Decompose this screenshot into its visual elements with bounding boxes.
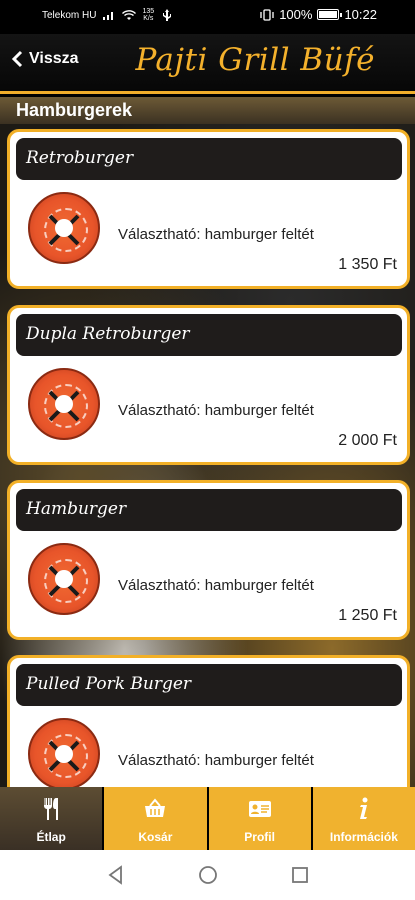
item-price: 2 000 Ft xyxy=(338,432,397,449)
recents-square-icon[interactable] xyxy=(289,864,311,886)
bottom-tab-bar: Étlap Kosár Profil Információk xyxy=(0,787,415,850)
item-price: 1 250 Ft xyxy=(338,607,397,624)
item-name: Dupla Retroburger xyxy=(16,314,402,356)
section-title: Hamburgerek xyxy=(0,97,415,124)
tab-profile[interactable]: Profil xyxy=(208,787,311,850)
item-description: Választható: hamburger feltét xyxy=(118,226,314,243)
chevron-left-icon xyxy=(11,50,23,68)
battery-icon xyxy=(317,9,343,20)
status-left: Telekom HU 135 K/s xyxy=(42,8,174,22)
usb-icon xyxy=(163,9,172,21)
status-right: 100% 10:22 xyxy=(260,7,377,22)
item-name: Pulled Pork Burger xyxy=(16,664,402,706)
status-bar: Telekom HU 135 K/s 100% 10:22 xyxy=(0,0,415,34)
vibrate-icon xyxy=(260,8,274,21)
carrier-label: Telekom HU xyxy=(42,9,97,21)
back-button[interactable]: Vissza xyxy=(10,50,79,68)
back-label: Vissza xyxy=(29,50,79,67)
menu-content[interactable]: Hamburgerek Retroburger Választható: ham… xyxy=(0,97,415,787)
battery-percent: 100% xyxy=(279,7,313,22)
tab-label: Kosár xyxy=(138,830,173,844)
item-name: Retroburger xyxy=(16,138,402,180)
menu-item-card[interactable]: Retroburger Választható: hamburger felté… xyxy=(7,129,410,289)
grill-logo-image xyxy=(28,192,100,264)
tab-info[interactable]: Információk xyxy=(312,787,415,850)
id-card-icon xyxy=(248,801,271,817)
grill-logo-image xyxy=(28,718,100,787)
menu-item-card[interactable]: Hamburger Választható: hamburger feltét … xyxy=(7,480,410,640)
clock: 10:22 xyxy=(344,7,377,22)
app-header: Vissza Pajti Grill Büfé xyxy=(0,34,415,94)
signal-icon xyxy=(103,12,114,20)
item-description: Választható: hamburger feltét xyxy=(118,402,314,419)
item-name: Hamburger xyxy=(16,489,402,531)
grill-logo-image xyxy=(28,543,100,615)
speed-value: 135 xyxy=(142,8,155,15)
tab-cart[interactable]: Kosár xyxy=(104,787,207,850)
app-title: Pajti Grill Büfé xyxy=(135,42,375,78)
system-nav-bar xyxy=(0,850,415,900)
info-icon xyxy=(359,797,368,819)
fork-knife-icon xyxy=(44,798,59,820)
speed-unit: K/s xyxy=(143,15,154,22)
back-triangle-icon[interactable] xyxy=(105,864,127,886)
menu-item-card[interactable]: Pulled Pork Burger Választható: hamburge… xyxy=(7,655,410,787)
item-description: Választható: hamburger feltét xyxy=(118,752,314,769)
item-price: 1 350 Ft xyxy=(338,256,397,273)
item-description: Választható: hamburger feltét xyxy=(118,577,314,594)
tab-menu[interactable]: Étlap xyxy=(0,787,103,850)
grill-logo-image xyxy=(28,368,100,440)
home-circle-icon[interactable] xyxy=(197,864,219,886)
tab-label: Étlap xyxy=(36,830,66,844)
menu-item-card[interactable]: Dupla Retroburger Választható: hamburger… xyxy=(7,305,410,465)
network-speed: 135 K/s xyxy=(142,8,154,22)
tab-label: Információk xyxy=(329,830,398,844)
wifi-icon xyxy=(122,10,137,20)
basket-icon xyxy=(145,798,166,817)
tab-label: Profil xyxy=(244,830,275,844)
